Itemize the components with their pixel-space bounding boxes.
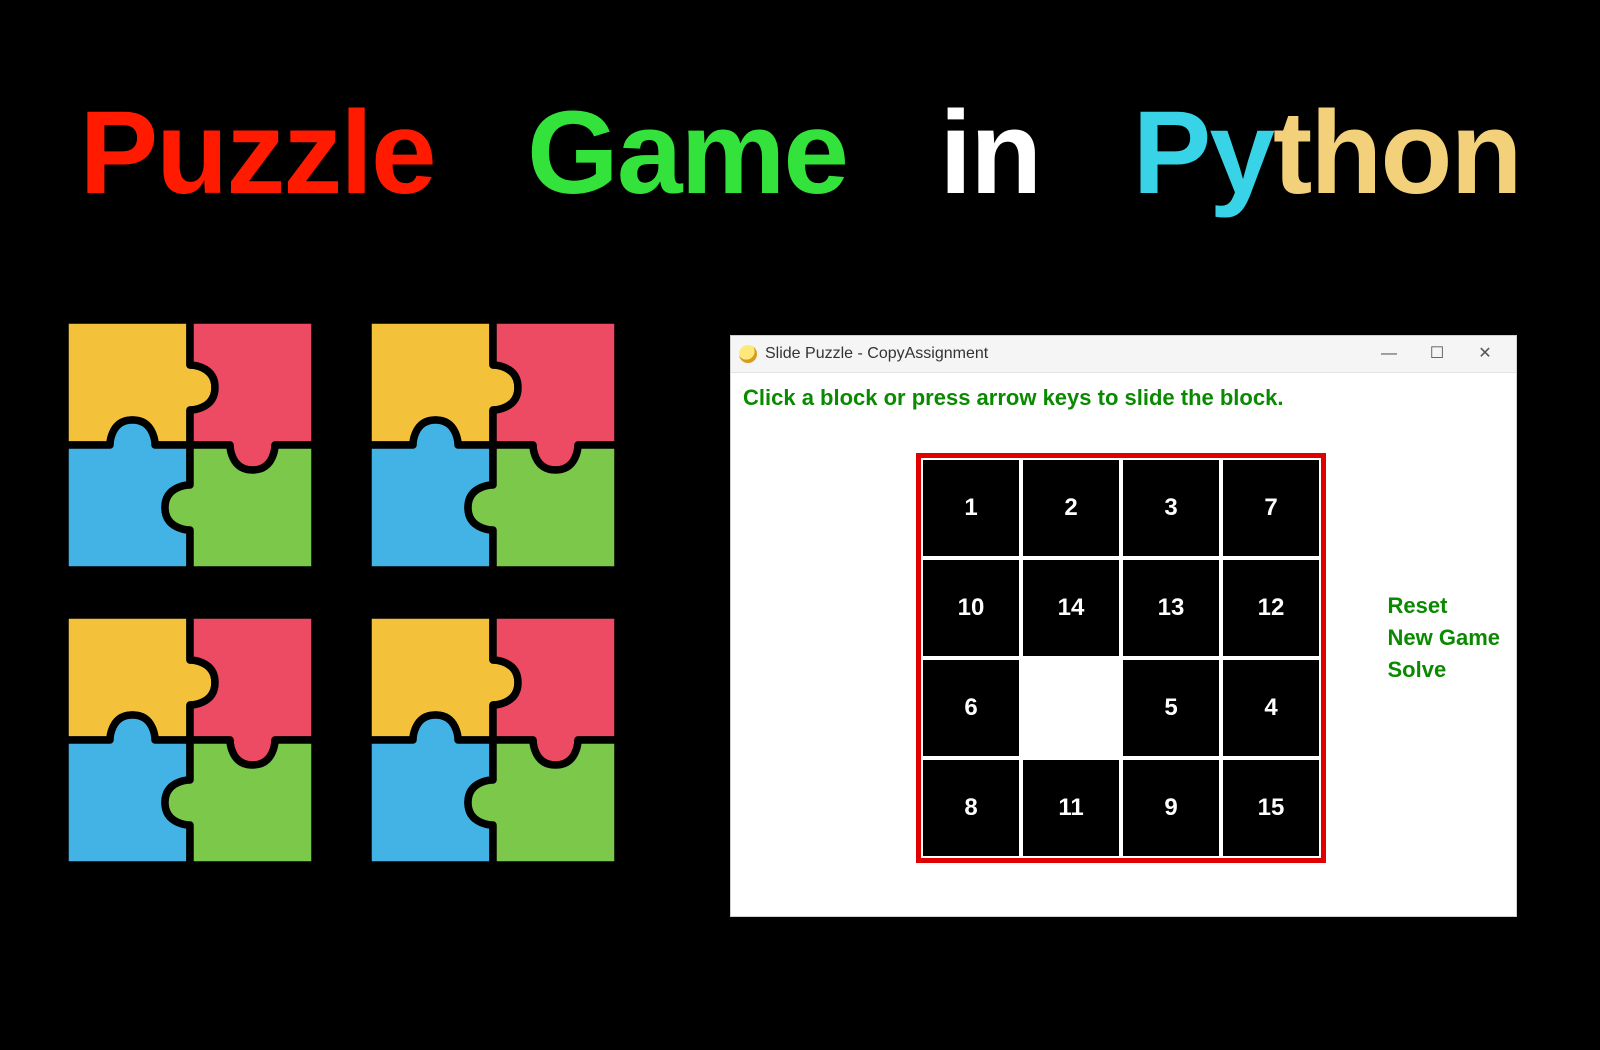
- puzzle-tile[interactable]: 6: [921, 658, 1021, 758]
- puzzle-tile[interactable]: 5: [1121, 658, 1221, 758]
- maximize-icon[interactable]: ☐: [1426, 336, 1448, 372]
- close-icon[interactable]: ✕: [1474, 336, 1496, 372]
- puzzle-board-frame: 123710141312654811915: [916, 453, 1326, 863]
- puzzle-tile[interactable]: 12: [1221, 558, 1321, 658]
- instruction-text: Click a block or press arrow keys to sli…: [743, 385, 1506, 411]
- reset-button[interactable]: Reset: [1388, 593, 1501, 619]
- app-icon: [739, 345, 757, 363]
- window-title-text: Slide Puzzle - CopyAssignment: [765, 345, 988, 363]
- puzzle-tile[interactable]: 4: [1221, 658, 1321, 758]
- page-title: Puzzle Game in Python: [0, 85, 1600, 221]
- puzzle-tile[interactable]: 11: [1021, 758, 1121, 858]
- jigsaw-grid: [65, 320, 625, 865]
- window-controls: — ☐ ✕: [1378, 336, 1508, 372]
- puzzle-tile[interactable]: 1: [921, 458, 1021, 558]
- puzzle-tile[interactable]: 15: [1221, 758, 1321, 858]
- slide-puzzle-window: Slide Puzzle - CopyAssignment — ☐ ✕ Clic…: [730, 335, 1517, 917]
- jigsaw-icon: [65, 320, 315, 570]
- title-word-in: in: [939, 85, 1040, 221]
- jigsaw-icon: [368, 320, 618, 570]
- puzzle-tile[interactable]: 7: [1221, 458, 1321, 558]
- title-word-game: Game: [527, 85, 847, 221]
- side-menu: Reset New Game Solve: [1388, 593, 1501, 683]
- title-word-python: Python: [1133, 85, 1521, 221]
- puzzle-tile[interactable]: 2: [1021, 458, 1121, 558]
- window-client-area: Click a block or press arrow keys to sli…: [731, 373, 1516, 916]
- jigsaw-icon: [368, 615, 618, 865]
- puzzle-tile[interactable]: 14: [1021, 558, 1121, 658]
- window-titlebar[interactable]: Slide Puzzle - CopyAssignment — ☐ ✕: [731, 336, 1516, 373]
- new-game-button[interactable]: New Game: [1388, 625, 1501, 651]
- solve-button[interactable]: Solve: [1388, 657, 1501, 683]
- puzzle-tile[interactable]: 3: [1121, 458, 1221, 558]
- puzzle-tile[interactable]: 13: [1121, 558, 1221, 658]
- puzzle-tile-empty: [1021, 658, 1121, 758]
- puzzle-tile[interactable]: 10: [921, 558, 1021, 658]
- puzzle-board: 123710141312654811915: [921, 458, 1321, 858]
- title-word-puzzle: Puzzle: [79, 85, 434, 221]
- puzzle-tile[interactable]: 9: [1121, 758, 1221, 858]
- jigsaw-icon: [65, 615, 315, 865]
- puzzle-tile[interactable]: 8: [921, 758, 1021, 858]
- minimize-icon[interactable]: —: [1378, 336, 1400, 372]
